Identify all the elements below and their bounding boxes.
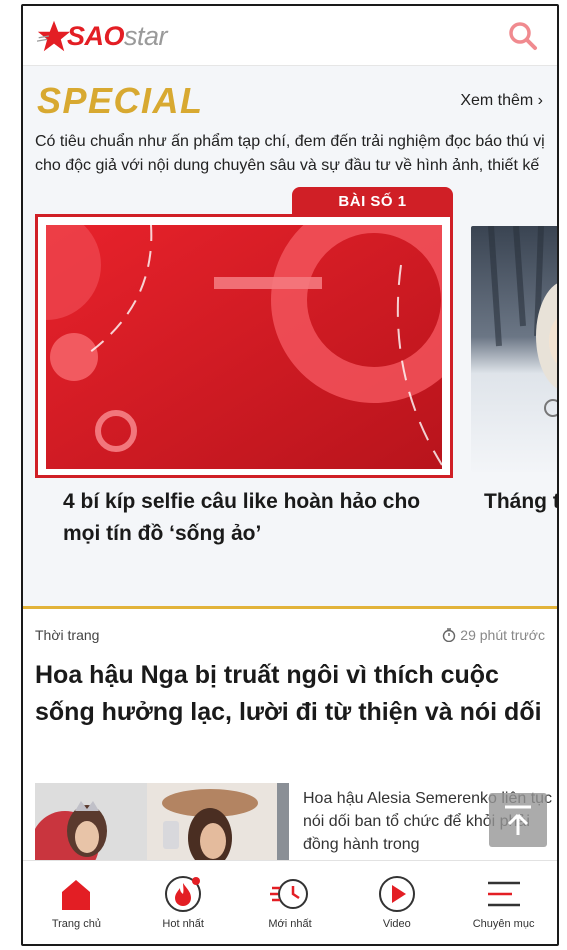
nav-latest[interactable]: Mới nhất	[237, 861, 344, 944]
selfie-article-image	[46, 225, 442, 469]
time-ago-text: 29 phút trước	[460, 627, 545, 643]
search-icon[interactable]	[507, 20, 539, 52]
news-article[interactable]: Thời trang 29 phút trước Hoa hậu Nga bị …	[23, 609, 557, 864]
article-time: 29 phút trước	[442, 627, 545, 643]
phone-frame: SAO star SPECIAL Xem thêm › Có tiêu chuẩ…	[21, 4, 559, 946]
clock-icon	[269, 879, 308, 909]
home-icon	[62, 880, 91, 910]
special-section: SPECIAL Xem thêm › Có tiêu chuẩn như ấn …	[23, 66, 557, 606]
scroll-to-top-button[interactable]	[489, 793, 547, 847]
beauty-queen-photo	[35, 783, 289, 864]
nav-label-latest: Mới nhất	[268, 918, 312, 930]
article-category[interactable]: Thời trang	[35, 627, 99, 643]
menu-icon	[487, 881, 520, 907]
special-description: Có tiêu chuẩn như ấn phẩm tạp chí, đem đ…	[35, 133, 545, 174]
nav-hot[interactable]: Hot nhất	[130, 861, 237, 944]
see-more-link[interactable]: Xem thêm ›	[460, 92, 543, 110]
nav-video[interactable]: Video	[343, 861, 450, 944]
second-card-title[interactable]: Tháng trong ‘ nên lịc	[484, 486, 557, 518]
nav-label-home: Trang chủ	[51, 918, 101, 930]
nav-label-hot: Hot nhất	[162, 918, 204, 930]
arrow-up-icon	[505, 805, 531, 835]
star-logo-icon	[37, 20, 71, 52]
bottom-navigation: Trang chủ Hot nhất Mới nhất Video Chuyên…	[23, 860, 557, 944]
nav-label-video: Video	[382, 918, 411, 930]
article-number-tab: BÀI SỐ 1	[292, 187, 453, 217]
play-icon	[378, 876, 415, 912]
featured-card-image[interactable]	[35, 214, 453, 478]
nav-home[interactable]: Trang chủ	[23, 861, 130, 944]
article-headline[interactable]: Hoa hậu Nga bị truất ngôi vì thích cuộc …	[35, 657, 545, 731]
special-title: SPECIAL	[37, 80, 204, 121]
featured-card-title[interactable]: 4 bí kíp selfie câu like hoàn hảo cho mọ…	[63, 486, 443, 550]
logo-text-sao: SAO	[67, 20, 125, 51]
winter-portrait-image	[471, 226, 557, 472]
second-card-image[interactable]	[471, 226, 557, 472]
logo-text-star: star	[124, 20, 168, 51]
article-thumbnail[interactable]	[35, 783, 289, 864]
clock-small-icon	[443, 628, 456, 642]
top-header: SAO star	[23, 6, 557, 66]
nav-categories[interactable]: Chuyên mục	[450, 861, 557, 944]
fire-icon	[165, 876, 202, 912]
nav-label-categories: Chuyên mục	[472, 918, 535, 930]
saostar-logo[interactable]: SAO star	[37, 16, 168, 56]
